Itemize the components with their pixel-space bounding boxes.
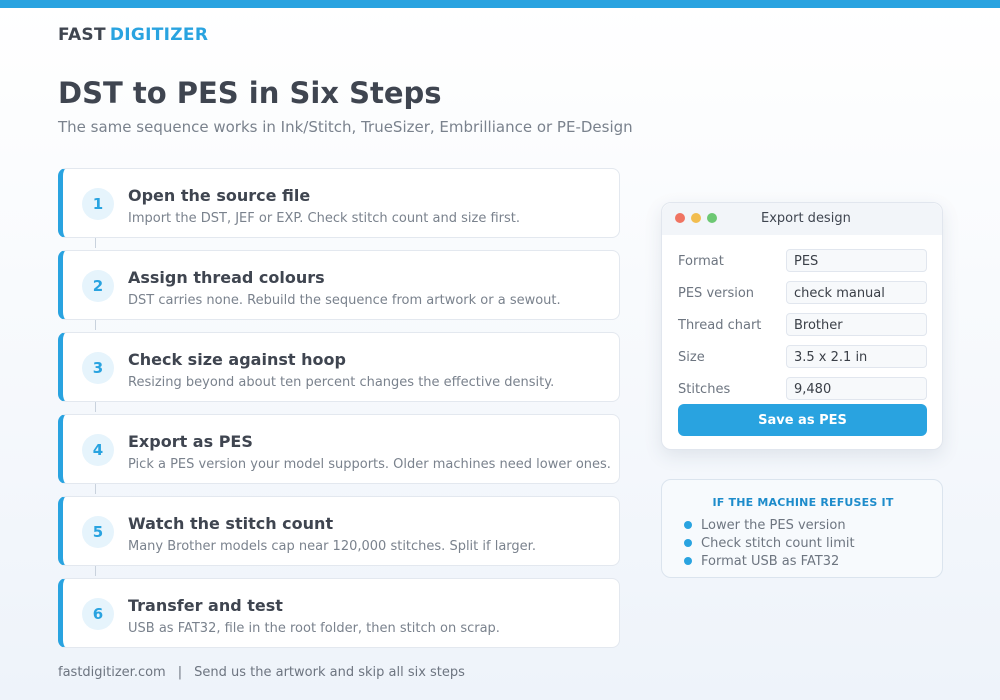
machine-refuses-box: IF THE MACHINE REFUSES IT Lower the PES … — [661, 479, 943, 578]
step-title: Assign thread colours — [128, 268, 325, 287]
brand-word-digitizer: DIGITIZER — [109, 25, 209, 45]
field-label-format: Format — [678, 254, 724, 269]
list-item: Lower the PES version — [684, 518, 846, 533]
bullet-icon — [684, 556, 692, 565]
window-minimize-icon[interactable] — [691, 213, 701, 223]
stitches-field[interactable]: 9,480 — [786, 377, 927, 400]
field-label-pes-version: PES version — [678, 286, 755, 301]
page-subtitle: The same sequence works in Ink/Stitch, T… — [58, 118, 633, 136]
bullet-icon — [684, 520, 692, 529]
list-item-text: Lower the PES version — [701, 518, 846, 533]
step-card-3: 3 Check size against hoop Resizing beyon… — [58, 332, 620, 402]
list-item-text: Format USB as FAT32 — [701, 554, 840, 569]
size-field[interactable]: 3.5 x 2.1 in — [786, 345, 927, 368]
step-connector — [95, 566, 96, 576]
brand-logo[interactable]: FAST DIGITIZER — [58, 25, 208, 45]
page-title: DST to PES in Six Steps — [58, 76, 442, 110]
footer-separator: | — [177, 665, 183, 680]
step-description: Resizing beyond about ten percent change… — [128, 375, 555, 390]
list-item: Check stitch count limit — [684, 536, 855, 551]
brand-word-fast: FAST — [58, 25, 106, 45]
step-card-5: 5 Watch the stitch count Many Brother mo… — [58, 496, 620, 566]
step-number: 2 — [82, 270, 114, 302]
list-item: Format USB as FAT32 — [684, 554, 839, 569]
step-card-6: 6 Transfer and test USB as FAT32, file i… — [58, 578, 620, 648]
field-label-size: Size — [678, 350, 705, 365]
step-number: 6 — [82, 598, 114, 630]
footer-site-link[interactable]: fastdigitizer.com — [58, 665, 166, 680]
field-label-thread-chart: Thread chart — [678, 318, 762, 333]
top-accent-bar — [0, 0, 1000, 8]
step-title: Watch the stitch count — [128, 514, 334, 533]
step-card-4: 4 Export as PES Pick a PES version your … — [58, 414, 620, 484]
step-connector — [95, 484, 96, 494]
pes-version-field[interactable]: check manual — [786, 281, 927, 304]
step-title: Open the source file — [128, 186, 311, 205]
step-number: 3 — [82, 352, 114, 384]
footer-cta: Send us the artwork and skip all six ste… — [194, 665, 465, 680]
thread-chart-field[interactable]: Brother — [786, 313, 927, 336]
step-description: Import the DST, JEF or EXP. Check stitch… — [128, 211, 520, 226]
list-item-text: Check stitch count limit — [701, 536, 855, 551]
format-field[interactable]: PES — [786, 249, 927, 272]
step-title: Export as PES — [128, 432, 253, 451]
bullet-icon — [684, 538, 692, 547]
field-label-stitches: Stitches — [678, 382, 731, 397]
step-card-2: 2 Assign thread colours DST carries none… — [58, 250, 620, 320]
step-description: DST carries none. Rebuild the sequence f… — [128, 293, 561, 308]
save-as-pes-button[interactable]: Save as PES — [678, 404, 927, 436]
step-number: 4 — [82, 434, 114, 466]
window-maximize-icon[interactable] — [707, 213, 717, 223]
step-number: 1 — [82, 188, 114, 220]
step-connector — [95, 320, 96, 330]
step-connector — [95, 238, 96, 248]
window-close-icon[interactable] — [675, 213, 685, 223]
window-titlebar: Export design — [662, 203, 942, 235]
step-description: Many Brother models cap near 120,000 sti… — [128, 539, 536, 554]
refuse-box-title: IF THE MACHINE REFUSES IT — [712, 496, 894, 509]
step-title: Check size against hoop — [128, 350, 346, 369]
step-description: Pick a PES version your model supports. … — [128, 457, 611, 472]
export-design-window: Export design Format PES PES version che… — [661, 202, 943, 450]
step-description: USB as FAT32, file in the root folder, t… — [128, 621, 500, 636]
step-number: 5 — [82, 516, 114, 548]
step-card-1: 1 Open the source file Import the DST, J… — [58, 168, 620, 238]
window-title: Export design — [761, 211, 851, 226]
step-connector — [95, 402, 96, 412]
footer: fastdigitizer.com | Send us the artwork an… — [58, 665, 465, 680]
step-title: Transfer and test — [128, 596, 283, 615]
